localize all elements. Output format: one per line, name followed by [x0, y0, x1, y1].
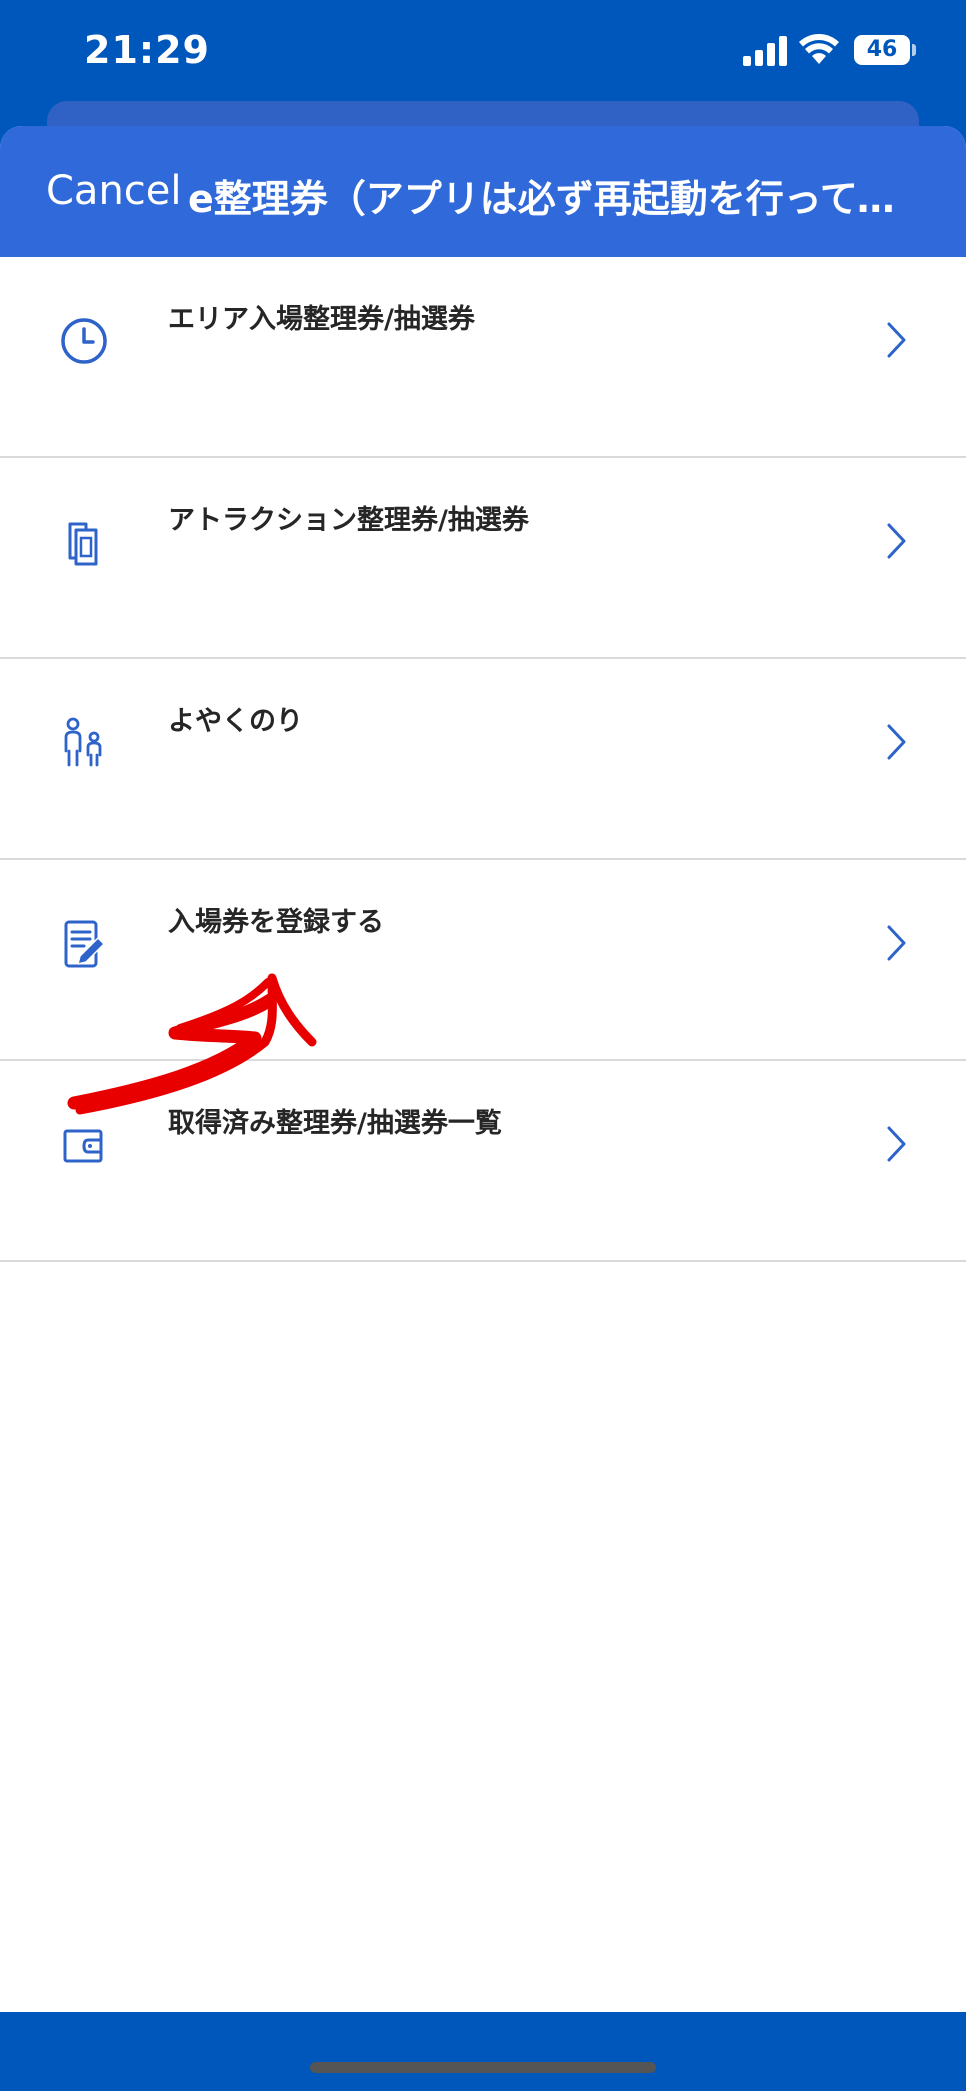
menu-item-reservation-ride[interactable]: よやくのり — [0, 659, 966, 860]
menu-item-attraction[interactable]: アトラクション整理券/抽選券 — [0, 458, 966, 659]
cellular-signal-icon — [743, 36, 787, 66]
menu-list: エリア入場整理券/抽選券 アトラクション整理券/抽選券 よやくのり 入場券を登録… — [0, 257, 966, 1262]
page-title: e整理券（アプリは必ず再起動を行ってください） — [188, 177, 908, 221]
menu-item-label: アトラクション整理券/抽選券 — [168, 505, 529, 536]
bottom-bar — [0, 2012, 966, 2091]
chevron-right-icon — [887, 724, 906, 760]
status-time: 21:29 — [84, 28, 210, 72]
battery-indicator: 46 — [854, 35, 910, 65]
status-bar: 21:29 46 — [0, 0, 966, 110]
edit-document-icon — [64, 920, 105, 968]
cancel-button[interactable]: Cancel — [46, 168, 182, 214]
wifi-icon — [799, 34, 839, 64]
wallet-icon — [63, 1129, 103, 1163]
menu-item-label: 入場券を登録する — [168, 907, 384, 938]
menu-item-register-ticket[interactable]: 入場券を登録する — [0, 860, 966, 1061]
chevron-right-icon — [887, 523, 906, 559]
menu-item-acquired-list[interactable]: 取得済み整理券/抽選券一覧 — [0, 1061, 966, 1262]
chevron-right-icon — [887, 925, 906, 961]
modal-sheet: Cancel e整理券（アプリは必ず再起動を行ってください） エリア入場整理券/… — [0, 126, 966, 2012]
nav-bar: Cancel e整理券（アプリは必ず再起動を行ってください） — [0, 126, 966, 257]
tickets-icon — [68, 522, 98, 566]
menu-item-area-entry[interactable]: エリア入場整理券/抽選券 — [0, 257, 966, 458]
clock-icon — [61, 318, 107, 364]
chevron-right-icon — [887, 1126, 906, 1162]
battery-tip — [912, 44, 916, 56]
home-indicator[interactable] — [310, 2062, 656, 2073]
menu-item-label: 取得済み整理券/抽選券一覧 — [168, 1108, 502, 1139]
battery-level: 46 — [866, 37, 898, 62]
family-icon — [64, 717, 102, 767]
chevron-right-icon — [887, 322, 906, 358]
menu-item-label: エリア入場整理券/抽選券 — [168, 304, 475, 335]
menu-item-label: よやくのり — [168, 706, 303, 737]
